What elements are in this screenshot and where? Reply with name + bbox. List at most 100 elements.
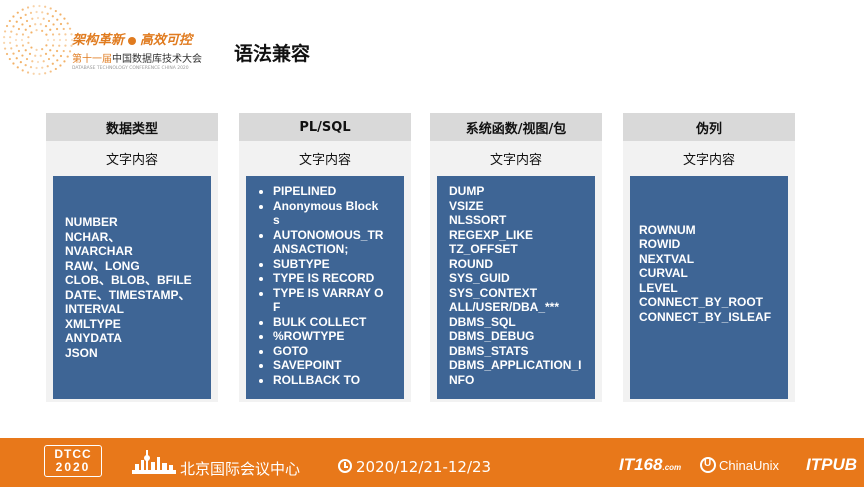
chinaunix-logo-text: ChinaUnix <box>719 457 779 473</box>
column-header: 数据类型 <box>46 113 218 141</box>
column-system-functions: 系统函数/视图/包 文字内容 DUMP VSIZE NLSSORT REGEXP… <box>430 113 602 402</box>
column-panel: 文字内容 ROWNUM ROWID NEXTVAL CURVAL LEVEL C… <box>623 141 795 402</box>
decorative-dot <box>21 69 24 72</box>
decorative-dot <box>17 49 21 53</box>
decorative-dot <box>10 47 13 50</box>
decorative-dot <box>35 29 38 32</box>
list-item: ALL/USER/DBA_*** <box>449 300 560 314</box>
decorative-dot <box>21 23 24 26</box>
decorative-dot <box>44 5 47 8</box>
list-item: DATE、TIMESTAMP、 <box>65 287 191 302</box>
column-header: 系统函数/视图/包 <box>430 113 602 141</box>
decorative-dot <box>59 22 63 26</box>
list-item: DBMS_APPLICATION_INFO <box>449 358 582 387</box>
column-subtitle: 文字内容 <box>682 153 735 168</box>
decorative-dot <box>10 30 13 33</box>
list-item: CLOB、BLOB、BFILE <box>65 273 192 287</box>
decorative-dot <box>44 72 47 75</box>
decorative-dot <box>56 18 59 21</box>
decorative-dot <box>49 70 52 73</box>
decorative-dot <box>31 60 34 63</box>
decorative-dot <box>26 71 30 74</box>
decorative-dot <box>19 16 22 19</box>
decorative-dot <box>47 57 51 61</box>
decorative-dot <box>63 17 66 20</box>
decorative-dot <box>35 48 38 51</box>
column-header: PL/SQL <box>239 113 411 141</box>
logo-conference-name: 第十一届中国数据库技术大会 <box>72 50 202 65</box>
logo-slogan-a: 架构革新 <box>72 33 125 48</box>
decorative-dot <box>51 15 54 18</box>
list-item: CONNECT_BY_ROOT <box>639 295 764 310</box>
decorative-dot <box>21 8 24 11</box>
decorative-dot <box>30 31 33 34</box>
decorative-dot <box>8 57 11 61</box>
dtcc-logo-year: 2020 <box>55 460 91 474</box>
decorative-dot <box>9 36 12 39</box>
logo-slogan-b: 高效可控 <box>140 33 193 48</box>
decorative-dot <box>52 23 55 26</box>
column-panel: 文字内容 DUMP VSIZE NLSSORT REGEXP_LIKE TZ_O… <box>430 141 602 402</box>
column-pseudo-columns: 伪列 文字内容 ROWNUM ROWID NEXTVAL CURVAL LEVE… <box>623 113 795 402</box>
list-item: TYPE IS VARRAY OF <box>273 286 384 315</box>
decorative-dot <box>46 38 50 42</box>
it168-logo-suffix: .com <box>662 463 682 472</box>
decorative-dot <box>19 61 22 64</box>
decorative-dot <box>30 46 33 49</box>
decorative-dot <box>66 22 69 25</box>
event-date: 2020/12/21-12/23 <box>356 458 492 476</box>
decorative-dot <box>35 10 38 14</box>
decorative-dot <box>25 57 29 61</box>
list-item: SYS_GUID <box>449 271 510 285</box>
decorative-dot <box>49 7 52 10</box>
column-subtitle: 文字内容 <box>105 153 158 168</box>
list-item: NEXTVAL <box>639 251 695 266</box>
decorative-dot <box>32 72 35 75</box>
list-item: DBMS_SQL <box>449 314 516 329</box>
decorative-dot <box>59 54 63 58</box>
logo-name: 中国数据库技术大会 <box>112 54 202 65</box>
decorative-dot <box>14 38 18 42</box>
list-item: LEVEL <box>639 280 678 295</box>
decorative-dot <box>17 27 21 31</box>
decorative-dot <box>51 44 55 47</box>
decorative-dot <box>31 17 34 20</box>
decorative-dot <box>3 41 6 44</box>
decorative-dot <box>16 66 19 69</box>
decorative-dot <box>21 33 25 36</box>
decorative-dot <box>3 30 7 33</box>
decorative-dot <box>34 54 37 57</box>
list-item: AUTONOMOUS_TRANSACTION; <box>273 228 384 257</box>
decorative-dot <box>62 27 65 31</box>
decorative-dot <box>59 64 62 67</box>
decorative-dot <box>5 24 9 28</box>
list-item: SUBTYPE <box>273 257 384 272</box>
decorative-dot <box>15 57 18 60</box>
list-item: ROWNUM <box>639 222 696 237</box>
item-list: NUMBER NCHAR、 NVARCHAR RAW、LONG CLOB、BLO… <box>53 215 211 360</box>
list-item: ROWID <box>639 237 681 252</box>
decorative-dot <box>5 52 9 56</box>
decorative-dot <box>44 25 48 28</box>
decorative-dot <box>55 27 59 31</box>
decorative-dot <box>55 49 59 53</box>
decorative-dot <box>38 4 41 8</box>
logo-slogan: 架构革新 高效可控 <box>72 29 202 48</box>
chinaunix-mark-icon <box>700 457 716 473</box>
list-item: INTERVAL <box>65 302 124 316</box>
decorative-dots <box>3 4 74 76</box>
conference-logo: 架构革新 高效可控 第十一届中国数据库技术大会 DATABASE TECHNOLO… <box>72 29 202 71</box>
logo-english-name: DATABASE TECHNOLOGY CONFERENCE CHINA 202… <box>72 66 189 71</box>
decorative-dot <box>26 6 30 9</box>
decorative-dot <box>28 52 32 55</box>
decorative-dot <box>24 49 27 52</box>
decorative-dot <box>64 38 68 42</box>
decorative-dot <box>15 33 18 36</box>
decorative-dot <box>24 28 27 31</box>
city-skyline-icon <box>132 450 176 474</box>
decorative-dot <box>39 23 42 26</box>
it168-logo: IT168.com <box>619 455 681 475</box>
decorative-dot <box>3 47 7 50</box>
list-item: DBMS_STATS <box>449 343 529 358</box>
decorative-dot <box>47 19 51 23</box>
